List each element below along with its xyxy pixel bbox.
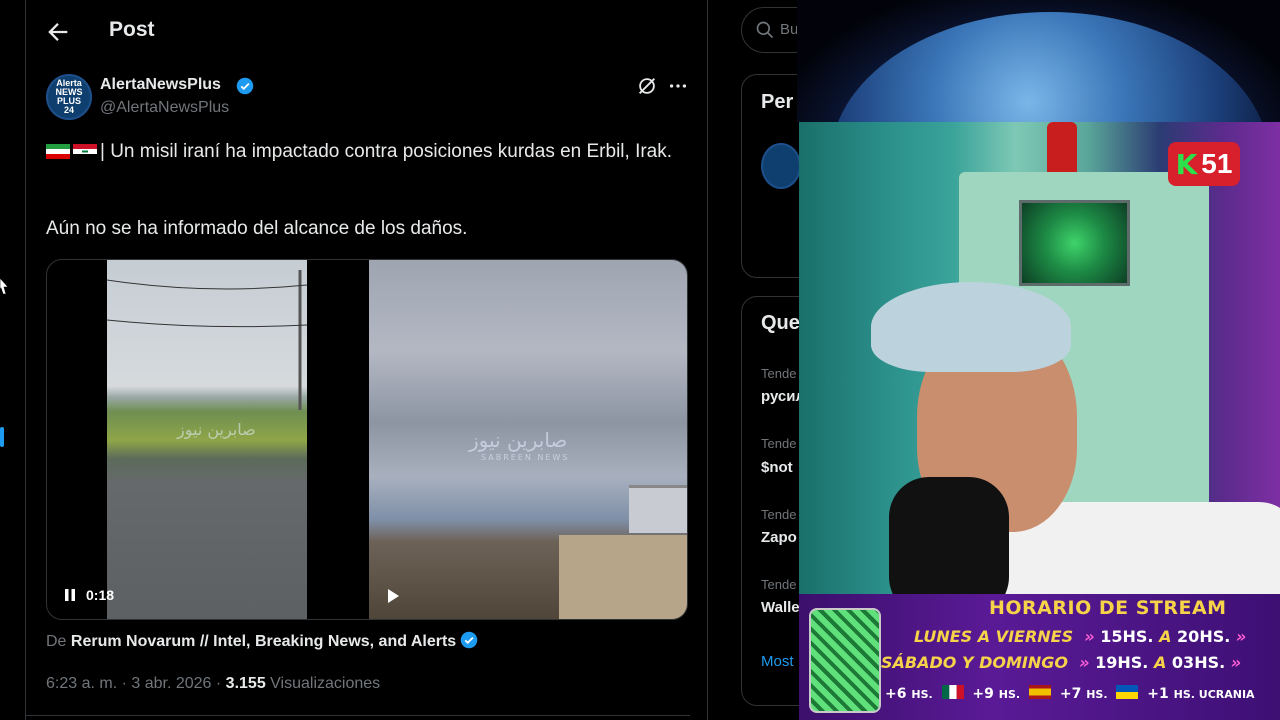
ukraine-flag-icon [1116,685,1139,699]
spain-flag-icon [1028,685,1051,699]
search-placeholder: Bu [780,21,799,38]
timezone-offset: +6 [885,686,907,702]
timezone-unit: HS. [1086,688,1108,701]
weekend-sep: A [1153,653,1167,672]
channel-badge-number: 51 [1201,148,1233,179]
nav-active-indicator [0,427,4,447]
iran-flag-icon [46,144,70,160]
weekdays-start: 15HS. [1100,627,1154,646]
more-options-icon[interactable] [667,75,689,97]
channel-badge: K 51 [1168,142,1240,186]
video-watermark-sub: SABREEN NEWS [481,453,570,462]
stream-schedule-banner: HORARIO DE STREAM LUNES A VIERNES » 15HS… [799,594,1280,720]
microphone [889,477,1009,594]
streamer-cap [871,282,1071,372]
left-divider [25,0,26,720]
timezone-offset: +1 [1147,686,1169,702]
grok-icon[interactable] [636,75,658,97]
page-title: Post [109,18,155,41]
play-icon[interactable] [385,588,401,604]
channel-badge-letter: K [1175,147,1198,181]
attribution-prefix: De [46,633,67,650]
weekdays-end: 20HS. [1177,627,1231,646]
mouse-cursor-icon [0,278,9,295]
timezone-offset: +7 [1059,686,1082,702]
timezone-unit: HS. [911,688,933,701]
siren-light [1047,122,1077,172]
post-timestamp[interactable]: 6:23 a. m. · 3 abr. 2026 · [46,675,221,692]
jar-image [809,608,881,713]
video-player[interactable]: صابرين نيوز صابرين نيوز SABREEN NEWS 0:1… [46,259,688,620]
schedule-row-weekdays: LUNES A VIERNES » 15HS. A 20HS. » [914,627,1247,646]
weekend-end: 03HS. [1171,653,1226,672]
timezone-offset: +9 [972,686,994,702]
timezone-list: +6 HS. +9 HS. +7 HS. +1 HS. UCRANIA [885,685,1255,702]
tweet-line-2: Aún no se ha informado del alcance de lo… [46,218,468,239]
author-name[interactable]: AlertaNewsPlus [100,76,221,94]
video-elapsed-time: 0:18 [86,587,115,603]
avatar-text: Alerta NEWS PLUS 24 [55,78,83,115]
schedule-row-weekend: SÁBADO Y DOMINGO » 19HS. A 03HS. » [881,653,1242,672]
tweet-line-1: | Un misil iraní ha impactado contra pos… [100,141,673,162]
video-frame-left: صابرين نيوز [107,260,307,619]
iraq-flag-icon [73,144,97,160]
trend-item[interactable]: Walle [761,599,800,616]
verified-badge-icon [236,77,254,95]
column-divider [707,0,708,720]
trend-category: Tende [761,366,797,381]
webcam-feed: K 51 [799,122,1280,594]
trend-category: Tende [761,507,797,522]
radar-screen [1019,200,1130,286]
back-arrow-icon[interactable] [44,18,72,46]
weekend-start: 19HS. [1095,653,1149,672]
avatar[interactable]: Alerta NEWS PLUS 24 [46,74,92,120]
timezone-unit: HS. [998,688,1021,701]
building [629,485,687,533]
trend-item[interactable]: $not [761,459,793,476]
video-controls: 0:18 [64,587,114,603]
video-frame-right: صابرين نيوز SABREEN NEWS [369,260,687,619]
building [559,535,687,619]
verified-badge-icon [460,631,478,649]
mexico-flag-icon [941,685,964,699]
weekdays-label: LUNES A VIERNES [914,627,1074,646]
tweet-text: | Un misil iraní ha impactado contra pos… [46,138,686,165]
avatar[interactable] [761,143,801,189]
views-count: 3.155 [225,675,266,692]
weekdays-sep: A [1159,627,1172,646]
power-lines [107,270,307,410]
divider [26,715,690,716]
video-source-attribution: De Rerum Novarum // Intel, Breaking News… [46,631,478,651]
trends-card-title: Que [761,312,800,334]
schedule-title: HORARIO DE STREAM [989,597,1227,619]
video-watermark-right: صابرين نيوز [469,428,568,452]
post-meta: 6:23 a. m. · 3 abr. 2026 · 3.155 Visuali… [46,675,380,693]
pause-icon[interactable] [64,588,76,602]
trend-category: Tende [761,436,797,451]
attribution-source-link[interactable]: Rerum Novarum // Intel, Breaking News, a… [71,633,456,650]
search-icon [756,21,774,39]
trend-item[interactable]: Zapo [761,529,797,546]
show-more-link[interactable]: Most [761,653,794,670]
views-label: Visualizaciones [270,675,381,692]
weekend-label: SÁBADO Y DOMINGO [881,653,1068,672]
sidebar-card-title: Per [761,91,794,113]
author-handle[interactable]: @AlertaNewsPlus [100,99,229,117]
video-watermark-left: صابرين نيوز [177,420,256,439]
timezone-unit: HS. UCRANIA [1173,688,1255,701]
trend-category: Tende [761,577,797,592]
